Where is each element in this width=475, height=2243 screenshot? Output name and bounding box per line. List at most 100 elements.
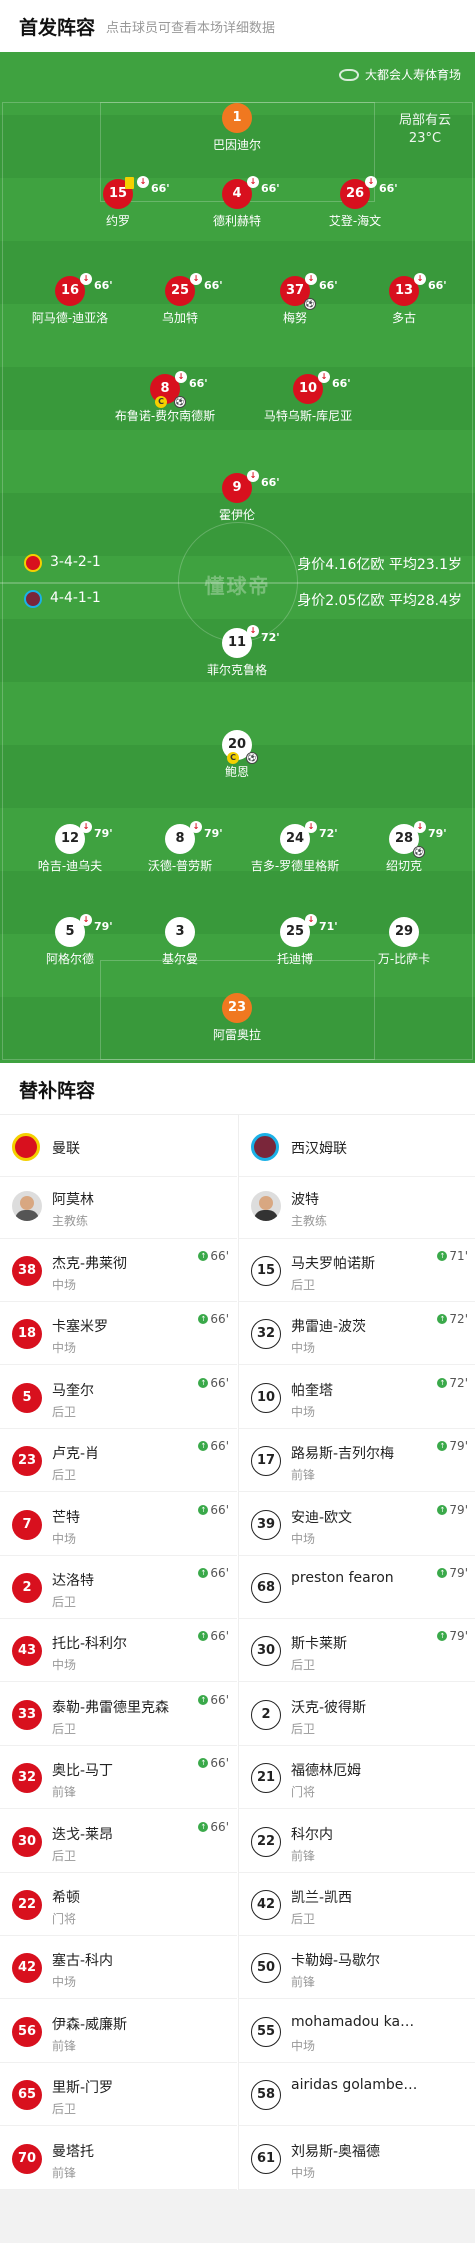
bench-player-row[interactable]: 22 科尔内 前锋	[239, 1810, 475, 1873]
player-home-2[interactable]: 15 ↓ 66' 约罗	[58, 176, 178, 229]
sub-in-time: ↑ 72'	[437, 1312, 468, 1326]
sub-in-time: ↑ 66'	[198, 1249, 229, 1263]
player-away-1[interactable]: 11 ↓ 72' 菲尔克鲁格	[177, 625, 297, 678]
player-home-5[interactable]: 16 ↓ 66' 阿马德-迪亚洛	[10, 273, 130, 326]
shirt-number: 70	[12, 2143, 42, 2174]
shirt-number: 23	[12, 1446, 42, 1477]
bench-player-row[interactable]: 33 泰勒-弗雷德里克森 后卫 ↑ 66'	[0, 1683, 237, 1746]
bench-player-row[interactable]: 5 马奎尔 后卫 ↑ 66'	[0, 1366, 237, 1429]
shirt-number: 39	[251, 1509, 281, 1540]
bench-player-row[interactable]: 43 托比-科利尔 中场 ↑ 66'	[0, 1619, 237, 1683]
sub-out-icon: ↓	[305, 821, 317, 833]
bench-player-row[interactable]: 2 沃克-彼得斯 后卫	[239, 1683, 475, 1746]
player-away-8[interactable]: 3 基尔曼	[120, 917, 240, 967]
bench-player-row[interactable]: 39 安迪-欧文 中场 ↑ 79'	[239, 1493, 475, 1556]
player-home-8[interactable]: 13 ↓ 66' 多古	[344, 273, 464, 326]
bench-player-row[interactable]: 70 曼塔托 前锋	[0, 2127, 237, 2190]
shirt-number: 5	[12, 1382, 42, 1413]
shirt-number: 17	[251, 1446, 281, 1477]
bench-player-row[interactable]: 42 凯兰-凯西后卫	[239, 1873, 475, 1936]
player-home-3[interactable]: 4 ↓ 66' 德利赫特	[177, 176, 297, 229]
player-home-6[interactable]: 25 ↓ 66' 乌加特	[120, 273, 240, 326]
coach-away[interactable]: 波特 主教练	[239, 1177, 475, 1239]
bench-player-row[interactable]: 30 斯卡莱斯 后卫 ↑ 79'	[239, 1619, 475, 1683]
player-away-10[interactable]: 29 万-比萨卡	[344, 917, 464, 967]
player-away-6[interactable]: 28 ↓ 79' ⚽ 绍切克	[344, 821, 464, 874]
player-away-3[interactable]: 12 ↓ 79' 哈吉-迪乌夫	[10, 821, 130, 874]
player-position: 后卫	[291, 1912, 316, 1926]
sub-in-time: ↑ 66'	[198, 1376, 229, 1390]
goal-ball-icon: ⚽	[174, 396, 186, 408]
sub-in-time: ↑ 71'	[437, 1249, 468, 1263]
bench-player-row[interactable]: 18 卡塞米罗 中场 ↑ 66'	[0, 1302, 237, 1366]
bench-player-row[interactable]: 23 卢克-肖 后卫 ↑ 66'	[0, 1429, 237, 1493]
sub-in-icon: ↑	[198, 1631, 209, 1642]
shirt-number: 22	[251, 1826, 281, 1857]
bench-player-row[interactable]: 15 马夫罗帕诺斯 后卫 ↑ 71'	[239, 1239, 475, 1302]
player-home-9[interactable]: 8 ↓ 66' C ⚽ 布鲁诺-费尔南德斯	[105, 371, 225, 424]
player-name: 凯兰-凯西	[291, 1890, 353, 1906]
bench-player-row[interactable]: 17 路易斯-吉列尔梅 前锋 ↑ 79'	[239, 1429, 475, 1493]
coach-home[interactable]: 阿莫林 主教练	[0, 1177, 237, 1239]
weather: 局部有云 23°C	[398, 113, 451, 146]
bench-player-row[interactable]: 58 airidas golambeckis	[239, 2063, 475, 2127]
player-position: 门将	[291, 1785, 316, 1800]
bench-player-row[interactable]: 56 伊森-威廉斯 前锋	[0, 2000, 237, 2063]
sub-in-time: ↑ 79'	[437, 1566, 468, 1580]
bench-player-row[interactable]: 32 奥比-马丁 前锋 ↑ 66'	[0, 1746, 237, 1810]
bench-player-row[interactable]: 32 弗雷迪-波茨 中场 ↑ 72'	[239, 1302, 475, 1366]
player-home-11[interactable]: 9 ↓ 66' 霍伊伦	[177, 470, 297, 523]
player-home-7[interactable]: 37 ↓ 66' ⚽ 梅努	[235, 273, 355, 326]
team-row-away[interactable]: 西汉姆联	[239, 1115, 475, 1177]
player-home-1[interactable]: 1 巴因迪尔	[177, 103, 297, 153]
player-away-7[interactable]: 5 ↓ 79' 阿格尔德	[10, 914, 130, 967]
bench-player-row[interactable]: 21 福德林厄姆 门将	[239, 1746, 475, 1810]
bench-player-row[interactable]: 10 帕奎塔 中场 ↑ 72'	[239, 1366, 475, 1429]
player-home-4[interactable]: 26 ↓ 66' 艾登-海文	[295, 176, 415, 229]
bench-player-row[interactable]: 42 塞古-科内 中场	[0, 1936, 237, 2000]
player-position: 后卫	[291, 1278, 316, 1292]
goal-ball-icon: ⚽	[413, 846, 425, 858]
bench-player-row[interactable]: 55 mohamadou kante 中场	[239, 2000, 475, 2063]
sub-in-icon: ↑	[198, 1821, 209, 1832]
lineup-hint: 点击球员可查看本场详细数据	[106, 21, 276, 36]
sub-out-icon: ↓	[414, 273, 426, 285]
player-name: 泰勒-弗雷德里克森	[52, 1699, 170, 1716]
player-away-9[interactable]: 25 ↓ 71' 托迪博	[235, 914, 355, 967]
avatar	[12, 1191, 42, 1221]
shirt-number: 43	[12, 1636, 42, 1667]
team-row-home[interactable]: 曼联	[0, 1115, 237, 1177]
bench-player-row[interactable]: 68 preston fearon ↑ 79'	[239, 1556, 475, 1619]
player-away-2[interactable]: 20 C ⚽ 鲍恩	[177, 730, 297, 780]
bench-player-row[interactable]: 38 杰克-弗莱彻 中场 ↑ 66'	[0, 1239, 237, 1302]
bench-player-row[interactable]: 65 里斯-门罗 后卫	[0, 2063, 237, 2127]
bench-player-row[interactable]: 22 希顿 门将	[0, 1873, 237, 1936]
player-home-10[interactable]: 10 ↓ 66' 马特乌斯-库尼亚	[248, 371, 368, 424]
sub-in-icon: ↑	[198, 1568, 209, 1578]
pitch: 大都会人寿体育场 局部有云 23°C 懂球帝 3-4-2-1 身价4.16亿欧 平…	[0, 52, 475, 1063]
player-away-4[interactable]: 8 ↓ 79' 沃德-普劳斯	[120, 821, 240, 874]
player-away-11[interactable]: 23 阿雷奥拉	[177, 993, 297, 1043]
venue: 大都会人寿体育场	[338, 66, 461, 83]
player-name: mohamadou kante	[291, 2013, 421, 2030]
player-name: 杰克-弗莱彻	[52, 1256, 128, 1272]
bench-player-row[interactable]: 7 芒特 中场 ↑ 66'	[0, 1493, 237, 1556]
sub-in-icon: ↑	[437, 1568, 448, 1578]
player-name: 帕奎塔	[291, 1382, 333, 1399]
player-name: 卡塞米罗	[52, 1319, 108, 1336]
player-away-5[interactable]: 24 ↓ 72' 吉多-罗德里格斯	[235, 821, 355, 874]
bench-player-row[interactable]: 2 达洛特 后卫 ↑ 66'	[0, 1556, 237, 1619]
westham-logo-icon	[24, 590, 42, 608]
player-name: 迭戈-莱昂	[52, 1826, 114, 1843]
sub-in-time: ↑ 66'	[198, 1629, 229, 1643]
shirt-number: 42	[251, 1890, 281, 1920]
bench-player-row[interactable]: 30 迭戈-莱昂 后卫 ↑ 66'	[0, 1810, 237, 1873]
player-position: 后卫	[52, 1468, 77, 1483]
player-position: 前锋	[52, 2038, 77, 2053]
shirt-number: 50	[251, 1953, 281, 1984]
player-position: 后卫	[291, 1658, 316, 1673]
bench-player-row[interactable]: 61 刘易斯-奥福德 中场	[239, 2127, 475, 2190]
bench-player-row[interactable]: 50 卡勒姆-马歇尔 前锋	[239, 1936, 475, 2000]
sub-in-time: ↑ 79'	[437, 1629, 468, 1643]
sub-in-time: ↑ 66'	[198, 1503, 229, 1517]
